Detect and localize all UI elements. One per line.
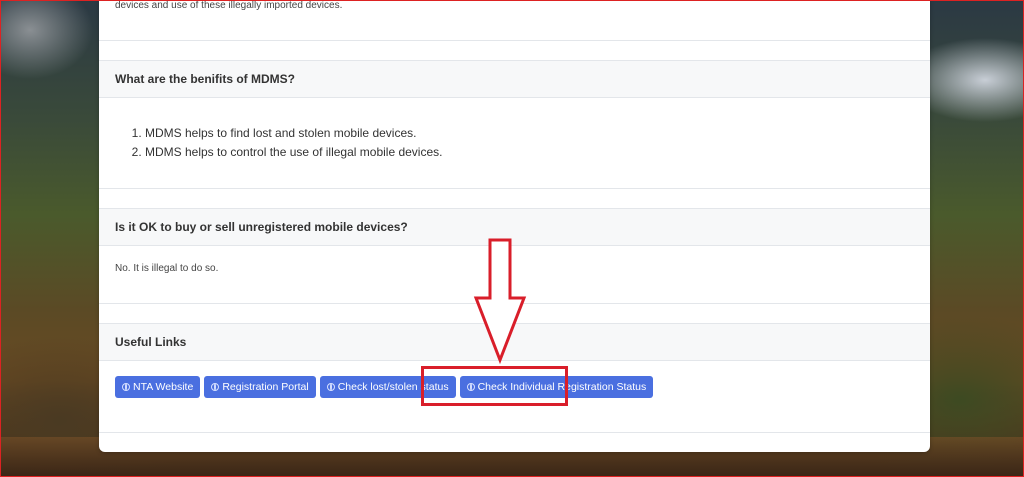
registration-portal-button[interactable]: Registration Portal <box>204 376 316 398</box>
list-item: MDMS helps to control the use of illegal… <box>145 143 442 162</box>
globe-icon <box>211 383 220 391</box>
faq-card: devices and use of these illegally impor… <box>99 0 930 452</box>
benefits-list: MDMS helps to find lost and stolen mobil… <box>115 124 442 162</box>
annotation-highlight-box <box>421 366 568 406</box>
faq-question-header: What are the benifits of MDMS? <box>99 60 930 98</box>
intro-trailing-text: devices and use of these illegally impor… <box>115 0 343 11</box>
annotation-down-arrow-icon <box>473 238 527 364</box>
list-item: MDMS helps to find lost and stolen mobil… <box>145 124 442 143</box>
nta-website-button[interactable]: NTA Website <box>115 376 201 398</box>
globe-icon <box>122 383 130 391</box>
useful-links-buttons: NTA Website Registration Portal Check lo… <box>115 376 654 398</box>
globe-icon <box>326 383 335 391</box>
button-label: NTA Website <box>133 381 194 393</box>
faq-question-unregistered: Is it OK to buy or sell unregistered mob… <box>115 220 408 234</box>
faq-answer-unregistered: No. It is illegal to do so. <box>115 263 219 274</box>
divider <box>99 188 930 189</box>
faq-question-benefits: What are the benifits of MDMS? <box>115 72 295 86</box>
divider <box>99 432 930 433</box>
useful-links-title: Useful Links <box>115 335 187 349</box>
button-label: Registration Portal <box>222 381 309 393</box>
divider <box>99 40 930 41</box>
